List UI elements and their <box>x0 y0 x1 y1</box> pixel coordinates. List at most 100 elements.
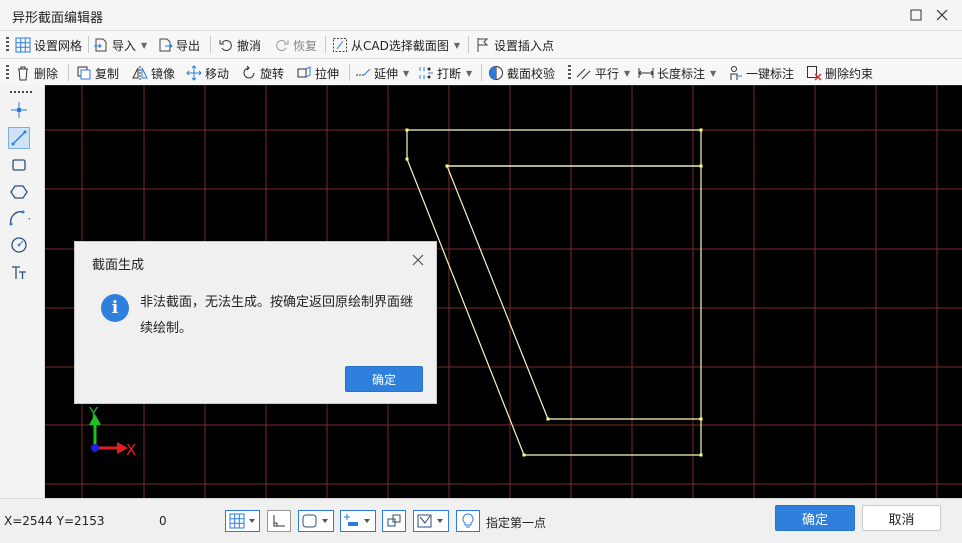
one-key-dimension-label: 一键标注 <box>746 66 795 81</box>
text-icon <box>12 266 26 279</box>
text-tool-button[interactable] <box>8 262 30 284</box>
intersection-snap-toggle[interactable] <box>382 510 406 532</box>
grid-icon <box>15 37 31 53</box>
parallel-label: 平行 <box>595 66 620 81</box>
vertex-point <box>522 453 526 457</box>
rounded-rect-icon <box>302 514 328 528</box>
coordinate-axes: Y X <box>88 404 136 459</box>
rotate-button[interactable]: 旋转 <box>241 62 284 84</box>
outer-contour <box>406 129 702 456</box>
crosshair-point-icon <box>11 102 27 118</box>
set-grid-label: 设置网格 <box>34 38 83 53</box>
from-cad-label: 从CAD选择截面图 <box>351 38 449 53</box>
vertex-points <box>405 128 703 457</box>
export-icon <box>157 37 173 53</box>
delete-constraint-icon <box>806 65 822 81</box>
ok-button[interactable]: 确定 <box>775 505 855 531</box>
parallel-button[interactable]: 平行 ▼ <box>576 62 630 84</box>
auto-dimension-icon <box>727 65 743 81</box>
cancel-button[interactable]: 取消 <box>862 505 941 531</box>
grid-snap-icon <box>229 513 255 529</box>
length-dimension-button[interactable]: 长度标注 ▼ <box>638 62 716 84</box>
angle-snap-toggle[interactable] <box>413 510 449 532</box>
coordinate-readout: X=2544 Y=2153 <box>4 514 105 528</box>
export-button[interactable]: 导出 <box>157 34 200 56</box>
dialog-title: 截面生成 <box>92 258 145 273</box>
arc-tool-button[interactable] <box>8 207 30 229</box>
delete-constraint-button[interactable]: 删除约束 <box>806 62 873 84</box>
ortho-snap-toggle[interactable] <box>267 510 291 532</box>
mirror-button[interactable]: 镜像 <box>132 62 175 84</box>
break-label: 打断 <box>437 66 462 81</box>
delete-button[interactable]: 删除 <box>15 62 58 84</box>
move-button[interactable]: 移动 <box>186 62 229 84</box>
trash-icon <box>15 65 31 81</box>
stretch-button[interactable]: 拉伸 <box>296 62 339 84</box>
move-icon <box>186 65 202 81</box>
vertex-point <box>546 417 550 421</box>
circle-tool-button[interactable] <box>8 234 30 256</box>
redo-button[interactable]: 恢复 <box>274 34 317 56</box>
set-insert-point-button[interactable]: 设置插入点 <box>475 34 554 56</box>
extend-icon <box>355 65 371 81</box>
vertex-point <box>405 128 409 132</box>
delete-label: 删除 <box>34 66 59 81</box>
title-bar: 异形截面编辑器 <box>0 0 962 31</box>
vertex-point <box>699 453 703 457</box>
close-button[interactable] <box>931 4 953 26</box>
set-grid-button[interactable]: 设置网格 <box>15 34 82 56</box>
set-insert-point-label: 设置插入点 <box>494 38 555 53</box>
mirror-icon <box>132 65 148 81</box>
hint-toggle[interactable] <box>456 510 480 532</box>
section-check-label: 截面校验 <box>507 66 556 81</box>
point-tool-button[interactable] <box>8 99 30 121</box>
vertex-point <box>699 417 703 421</box>
break-button[interactable]: 打断 ▼ <box>418 62 472 84</box>
endpoint-snap-toggle[interactable] <box>340 510 376 532</box>
palette-grip[interactable] <box>10 91 34 93</box>
from-cad-button[interactable]: 从CAD选择截面图 ▼ <box>332 34 460 56</box>
import-icon <box>93 37 109 53</box>
edit-toolbar: 删除 复制 镜像 移动 旋转 拉伸 延伸 ▼ 打断 ▼ 截面校验 平行 ▼ 长度标 <box>0 59 962 87</box>
stretch-label: 拉伸 <box>315 66 340 81</box>
polygon-tool-button[interactable] <box>8 181 30 203</box>
maximize-button[interactable] <box>905 4 927 26</box>
vertex-point <box>699 164 703 168</box>
toolbar-grip[interactable] <box>6 37 9 53</box>
section-check-button[interactable]: 截面校验 <box>488 62 555 84</box>
dimension-icon <box>638 65 654 81</box>
redo-label: 恢复 <box>293 38 318 53</box>
toolbar-grip[interactable] <box>6 65 9 81</box>
shape-snap-toggle[interactable] <box>298 510 334 532</box>
extend-button[interactable]: 延伸 ▼ <box>355 62 409 84</box>
hexagon-icon <box>10 185 28 199</box>
main-toolbar: 设置网格 导入 ▼ 导出 撤消 恢复 从CAD选择截面图 ▼ 设置插入点 <box>0 31 962 59</box>
grid-snap-toggle[interactable] <box>225 510 260 532</box>
stretch-icon <box>296 65 312 81</box>
vertex-point <box>405 157 409 161</box>
line-tool-button[interactable] <box>8 127 30 149</box>
info-icon: i <box>101 294 129 322</box>
length-dimension-label: 长度标注 <box>657 66 706 81</box>
dialog-ok-button[interactable]: 确定 <box>345 366 423 392</box>
copy-button[interactable]: 复制 <box>76 62 119 84</box>
undo-button[interactable]: 撤消 <box>218 34 261 56</box>
check-icon <box>488 65 504 81</box>
toolbar-grip[interactable] <box>568 65 571 81</box>
section-shape <box>405 128 703 457</box>
x-axis-label: X <box>126 441 136 459</box>
y-axis-label: Y <box>88 404 99 422</box>
import-button[interactable]: 导入 ▼ <box>93 34 147 56</box>
command-hint: 指定第一点 <box>486 516 547 530</box>
import-label: 导入 <box>112 38 137 53</box>
move-label: 移动 <box>205 66 230 81</box>
undo-label: 撤消 <box>237 38 262 53</box>
one-key-dimension-button[interactable]: 一键标注 <box>727 62 794 84</box>
line-icon <box>11 130 27 146</box>
circle-icon <box>11 237 27 253</box>
rectangle-tool-button[interactable] <box>8 154 30 176</box>
close-icon <box>936 9 948 21</box>
dialog-close-button[interactable] <box>410 252 426 268</box>
vertex-point <box>699 128 703 132</box>
window-title: 异形截面编辑器 <box>12 11 104 26</box>
